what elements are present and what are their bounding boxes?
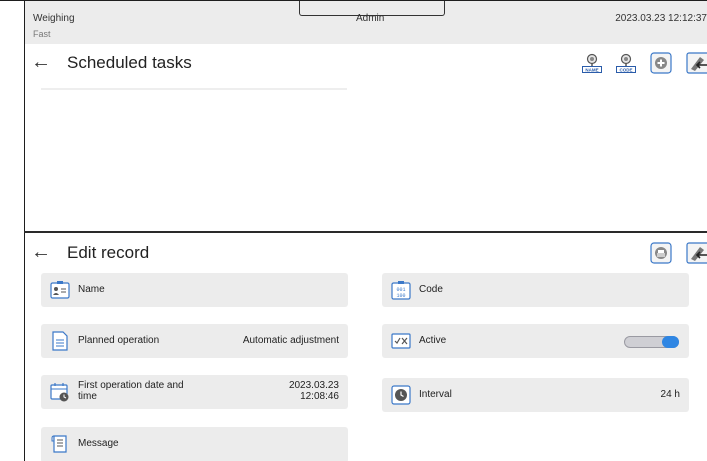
first-operation-field[interactable]: First operation date and time 2023.03.23… bbox=[41, 375, 348, 409]
edit-record-title: Edit record bbox=[67, 243, 150, 262]
first-operation-label: First operation date and time bbox=[78, 380, 184, 402]
interval-field-label: Interval bbox=[419, 389, 452, 400]
interval-field[interactable]: Interval 24 h bbox=[382, 378, 689, 412]
planned-operation-field[interactable]: Planned operation Automatic adjustment bbox=[41, 324, 348, 358]
name-field-label: Name bbox=[78, 284, 105, 295]
task-list bbox=[25, 80, 707, 231]
active-toggle[interactable] bbox=[624, 336, 679, 348]
panel-divider bbox=[24, 231, 707, 233]
weighing-submode-label: Fast bbox=[33, 29, 51, 39]
interval-value: 24 h bbox=[660, 389, 680, 400]
first-operation-value: 2023.03.23 12:08:46 bbox=[289, 380, 339, 402]
edit-export-icon[interactable] bbox=[686, 242, 707, 264]
list-separator bbox=[41, 88, 347, 90]
name-card-icon bbox=[50, 281, 70, 299]
print-icon[interactable] bbox=[650, 242, 672, 264]
edit-back-arrow-icon[interactable]: ← bbox=[31, 242, 51, 262]
message-scroll-icon bbox=[51, 435, 67, 453]
export-icon[interactable] bbox=[686, 52, 707, 74]
edit-record-header: ← Edit record bbox=[25, 236, 707, 272]
active-field-label: Active bbox=[419, 335, 447, 346]
search-by-name-icon[interactable]: NAME bbox=[581, 52, 603, 74]
code-field[interactable]: 001 100 Code bbox=[382, 273, 689, 307]
planned-operation-label: Planned operation bbox=[78, 335, 160, 346]
planned-operation-value: Automatic adjustment bbox=[242, 335, 339, 346]
name-field[interactable]: Name bbox=[41, 273, 348, 307]
svg-text:100: 100 bbox=[396, 293, 405, 299]
calendar-clock-icon bbox=[50, 383, 69, 402]
page-title: Scheduled tasks bbox=[67, 53, 192, 72]
search-by-code-icon[interactable]: CODE bbox=[615, 52, 637, 74]
name-icon-text: NAME bbox=[585, 68, 598, 73]
back-arrow-icon[interactable]: ← bbox=[31, 52, 51, 72]
first-operation-time: 12:08:46 bbox=[300, 391, 339, 402]
first-operation-date: 2023.03.23 bbox=[288, 380, 339, 391]
active-field[interactable]: Active bbox=[382, 324, 689, 358]
code-field-label: Code bbox=[419, 284, 443, 295]
weighing-mode-label[interactable]: Weighing bbox=[33, 13, 75, 24]
code-icon-text: CODE bbox=[619, 68, 632, 73]
add-icon[interactable] bbox=[650, 52, 672, 74]
checkbox-icon bbox=[391, 333, 411, 349]
code-icon: 001 100 bbox=[391, 281, 411, 300]
document-icon bbox=[52, 331, 68, 351]
scheduled-tasks-header: ← Scheduled tasks NAME CODE bbox=[25, 46, 707, 82]
clock-icon bbox=[391, 385, 411, 405]
toggle-knob bbox=[662, 336, 679, 348]
status-bar: Weighing Fast Admin 2023.03.23 12:12:37 bbox=[25, 1, 707, 44]
user-name[interactable]: Admin bbox=[356, 13, 384, 24]
message-field-label: Message bbox=[78, 438, 119, 449]
datetime-display: 2023.03.23 12:12:37 bbox=[615, 13, 707, 24]
message-field[interactable]: Message bbox=[41, 427, 348, 461]
